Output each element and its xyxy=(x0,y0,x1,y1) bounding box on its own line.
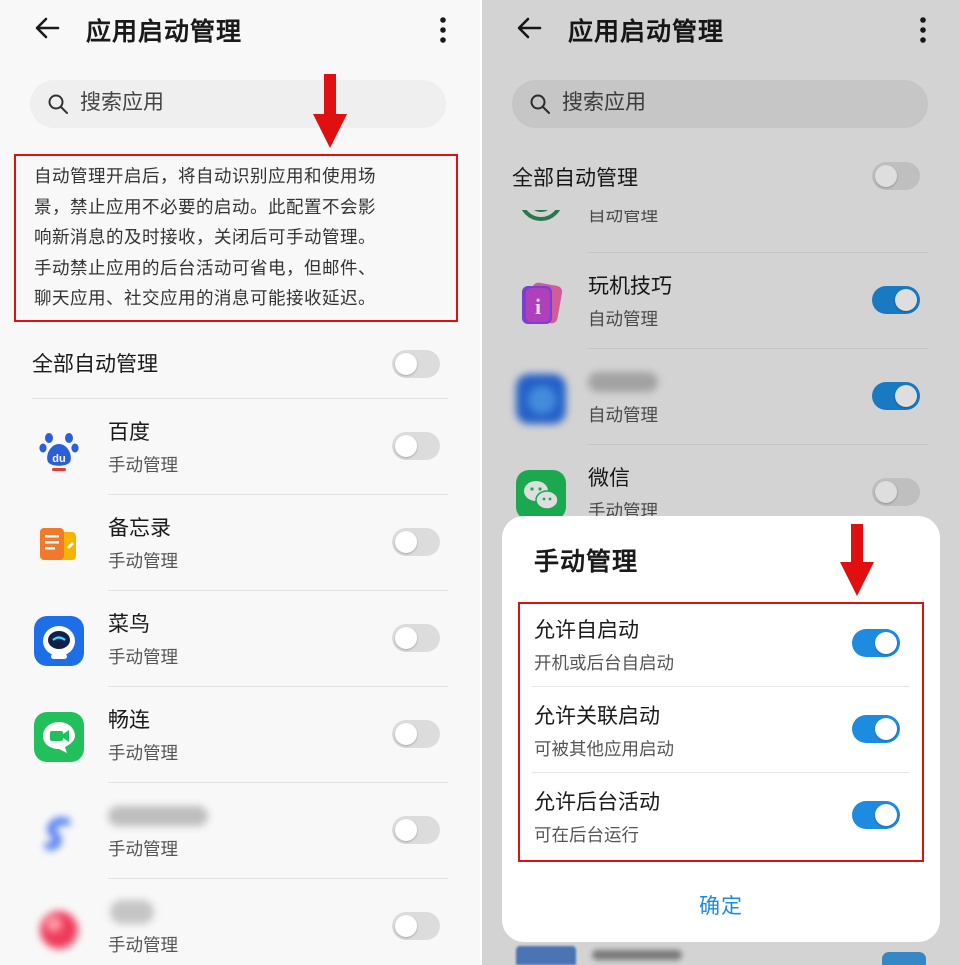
notice-line: 聊天应用、社交应用的消息可能接收延迟。 xyxy=(34,289,376,309)
app-toggle-baidu[interactable] xyxy=(392,432,440,460)
blurred-app-name xyxy=(108,806,208,826)
header: 应用启动管理 xyxy=(0,0,480,60)
highlighted-options: 允许自启动 开机或后台自启动 允许关联启动 可被其他应用启动 允许后台活动 可在… xyxy=(518,602,924,862)
right-screen: 应用启动管理 全部自动管理 自动管理 xyxy=(482,0,960,965)
app-row-memo[interactable]: 备忘录 手动管理 xyxy=(0,494,480,590)
sheet-title: 手动管理 xyxy=(534,547,639,576)
annotation-arrow-icon xyxy=(313,74,347,148)
all-auto-manage-toggle[interactable] xyxy=(392,350,440,378)
app-name: 百度 xyxy=(108,420,150,444)
option-allow-autostart[interactable]: 允许自启动 开机或后台自启动 xyxy=(520,604,922,690)
blurred-app-icon xyxy=(34,904,84,954)
all-auto-manage-label: 全部自动管理 xyxy=(32,352,158,376)
app-mode: 手动管理 xyxy=(108,936,178,956)
option-desc: 可在后台运行 xyxy=(534,826,639,846)
option-allow-associated-start[interactable]: 允许关联启动 可被其他应用启动 xyxy=(520,690,922,776)
blurred-app-icon xyxy=(34,808,84,858)
memo-icon xyxy=(34,520,84,570)
app-mode: 手动管理 xyxy=(108,840,178,860)
changlian-icon xyxy=(34,712,84,762)
notice-line: 景，禁止应用不必要的启动。此配置不会影 xyxy=(34,197,376,218)
app-mode: 手动管理 xyxy=(108,552,178,572)
option-title: 允许自启动 xyxy=(534,618,639,642)
auto-manage-notice: 自动管理开启后，将自动识别应用和使用场 景，禁止应用不必要的启动。此配置不会影 … xyxy=(14,154,458,322)
app-row-cainiao[interactable]: 菜鸟 手动管理 xyxy=(0,590,480,686)
app-name: 畅连 xyxy=(108,708,150,732)
option-desc: 可被其他应用启动 xyxy=(534,740,674,760)
divider xyxy=(532,686,910,687)
app-row-changlian[interactable]: 畅连 手动管理 xyxy=(0,686,480,782)
app-name: 备忘录 xyxy=(108,516,171,540)
app-mode: 手动管理 xyxy=(108,648,178,668)
app-mode: 手动管理 xyxy=(108,456,178,476)
option-title: 允许关联启动 xyxy=(534,704,660,728)
app-row-blurred[interactable]: 手动管理 xyxy=(0,878,480,965)
app-row-baidu[interactable]: du 百度 手动管理 xyxy=(0,398,480,494)
annotation-arrow-icon xyxy=(840,524,874,596)
back-arrow-icon[interactable] xyxy=(30,10,66,46)
cainiao-icon xyxy=(34,616,84,666)
app-row-blurred[interactable]: 手动管理 xyxy=(0,782,480,878)
page-title: 应用启动管理 xyxy=(86,17,243,46)
allow-associated-start-toggle[interactable] xyxy=(852,715,900,743)
notice-line: 手动禁止应用的后台活动可省电，但邮件、 xyxy=(34,258,376,279)
allow-background-toggle[interactable] xyxy=(852,801,900,829)
allow-autostart-toggle[interactable] xyxy=(852,629,900,657)
confirm-button[interactable]: 确定 xyxy=(502,890,940,920)
all-auto-manage-row[interactable]: 全部自动管理 xyxy=(0,328,480,400)
search-bar[interactable] xyxy=(30,80,446,128)
search-icon xyxy=(48,94,68,114)
blurred-app-name xyxy=(110,900,154,924)
app-toggle-blurred[interactable] xyxy=(392,912,440,940)
option-title: 允许后台活动 xyxy=(534,790,660,814)
option-allow-background[interactable]: 允许后台活动 可在后台运行 xyxy=(520,776,922,862)
notice-line: 响新消息的及时接收，关闭后可手动管理。 xyxy=(34,228,376,248)
left-screen: 应用启动管理 自动管理开启后，将自动识别应用和使用场 景，禁止应用不必要的启动。… xyxy=(0,0,480,965)
notice-line: 自动管理开启后，将自动识别应用和使用场 xyxy=(34,167,376,187)
option-desc: 开机或后台自启动 xyxy=(534,654,674,674)
baidu-icon: du xyxy=(34,424,84,474)
more-options-icon[interactable] xyxy=(428,12,458,48)
manual-manage-sheet: 手动管理 允许自启动 开机或后台自启动 允许关联启动 可被其他应用启动 允许后台… xyxy=(502,516,940,942)
app-mode: 手动管理 xyxy=(108,744,178,764)
app-toggle-cainiao[interactable] xyxy=(392,624,440,652)
app-toggle-changlian[interactable] xyxy=(392,720,440,748)
divider xyxy=(532,772,910,773)
app-toggle-memo[interactable] xyxy=(392,528,440,556)
app-toggle-blurred[interactable] xyxy=(392,816,440,844)
app-name: 菜鸟 xyxy=(108,612,150,636)
svg-text:du: du xyxy=(52,453,65,465)
